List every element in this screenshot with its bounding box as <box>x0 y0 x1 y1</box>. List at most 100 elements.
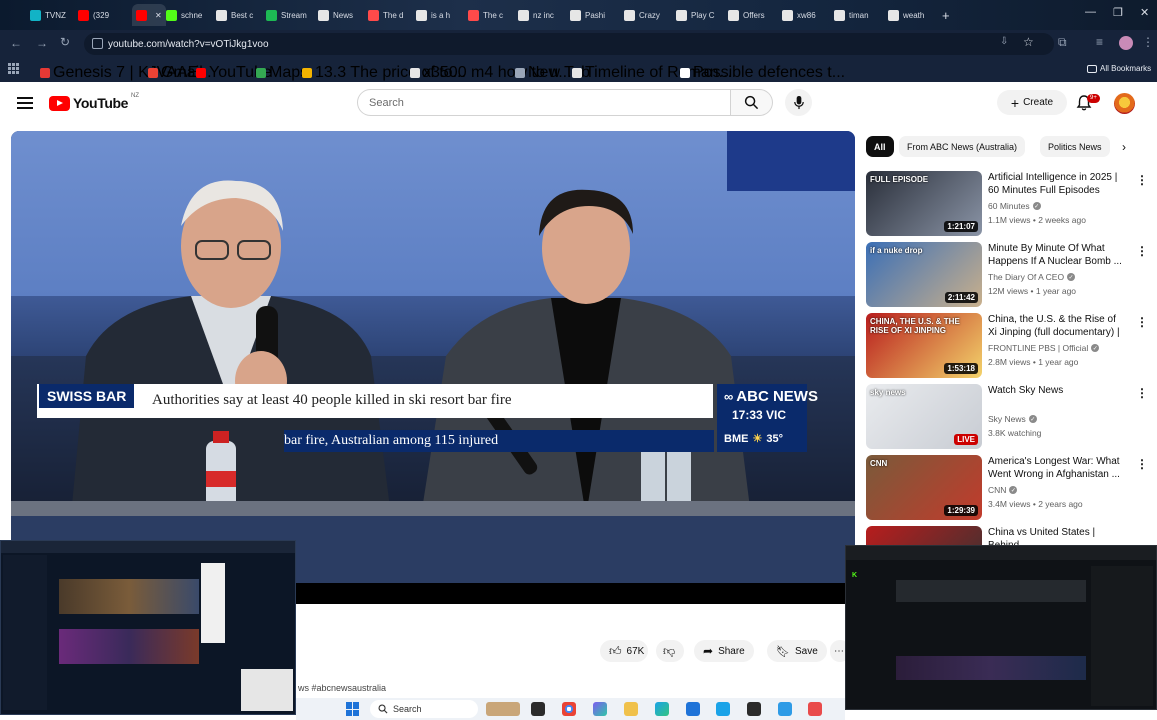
browser-tab[interactable]: Crazy <box>624 4 660 26</box>
like-button[interactable]: 👍︎ 67K <box>600 640 648 662</box>
star-bookmark-icon[interactable]: ☆ <box>1023 35 1034 49</box>
video-player[interactable] <box>11 131 855 604</box>
save-button[interactable]: 🔖︎ Save <box>767 640 827 662</box>
extensions-icon[interactable]: ⧉ <box>1058 35 1067 50</box>
close-icon[interactable]: ✕ <box>1140 6 1149 19</box>
store-icon[interactable] <box>686 702 700 716</box>
browser-tab[interactable]: (329 <box>78 4 109 26</box>
chip-all[interactable]: All <box>866 136 894 157</box>
browser-tab[interactable]: The c <box>468 4 503 26</box>
video-thumbnail[interactable]: sky news LIVE <box>866 384 982 449</box>
account-avatar[interactable] <box>1114 93 1135 114</box>
browser-tab[interactable]: The d <box>368 4 403 26</box>
maximize-icon[interactable]: ❐ <box>1113 6 1123 19</box>
copilot-icon[interactable] <box>593 702 607 716</box>
video-thumbnail[interactable]: CHINA, THE U.S. & THE RISE OF XI JINPING… <box>866 313 982 378</box>
youtube-logo[interactable]: YouTube NZ <box>49 93 139 111</box>
verified-check-icon: ✓ <box>1067 273 1076 281</box>
browser-tab[interactable]: Play C <box>676 4 715 26</box>
hamburger-menu-icon[interactable] <box>17 97 33 109</box>
all-bookmarks[interactable]: All Bookmarks <box>1087 64 1151 73</box>
bookmark-item[interactable]: Gmail <box>148 64 203 82</box>
video-hashtags[interactable]: ws #abcnewsaustralia <box>298 683 386 693</box>
video-options-icon[interactable]: ⋮ <box>1136 386 1148 400</box>
dislike-button[interactable]: 👎︎ <box>656 640 684 662</box>
reload-icon[interactable]: ↻ <box>60 35 70 49</box>
chrome-icon[interactable] <box>562 702 576 716</box>
microphone-icon <box>793 95 804 110</box>
bookmark-item[interactable]: Maps <box>256 64 308 82</box>
video-thumbnail[interactable]: if a nuke drop 2:11:42 <box>866 242 982 307</box>
channel-name[interactable]: FRONTLINE PBS | Official ✓ <box>988 343 1100 353</box>
browser-tab[interactable]: timan <box>834 4 869 26</box>
browser-tab[interactable]: Offers <box>728 4 765 26</box>
browser-tab[interactable]: nz inc <box>518 4 554 26</box>
recommended-video[interactable]: FULL EPISODE 1:21:07 Artificial Intelligen… <box>866 171 1148 237</box>
reading-list-icon[interactable]: ≡ <box>1096 35 1103 49</box>
voice-search-button[interactable] <box>785 89 812 116</box>
tab-title: Best c <box>231 10 254 20</box>
overlay-casino-window[interactable] <box>0 540 296 715</box>
windows-start-icon[interactable] <box>346 702 360 716</box>
browser-tab[interactable]: Best c <box>216 4 253 26</box>
video-title[interactable]: Watch Sky News <box>988 384 1123 397</box>
file-explorer-icon[interactable] <box>624 702 638 716</box>
video-options-icon[interactable]: ⋮ <box>1136 457 1148 471</box>
video-options-icon[interactable]: ⋮ <box>1136 173 1148 187</box>
more-menu-icon[interactable]: ⋮ <box>1142 35 1154 49</box>
browser-tab[interactable]: TVNZ <box>30 4 66 26</box>
channel-name[interactable]: 60 Minutes ✓ <box>988 201 1041 211</box>
video-options-icon[interactable]: ⋮ <box>1136 315 1148 329</box>
chip-from-channel[interactable]: From ABC News (Australia) <box>899 136 1026 157</box>
video-title[interactable]: Artificial Intelligence in 2025 | 60 Min… <box>988 171 1123 197</box>
video-title[interactable]: China, the U.S. & the Rise of Xi Jinping… <box>988 313 1123 339</box>
channel-name[interactable]: CNN ✓ <box>988 485 1018 495</box>
task-view-icon[interactable] <box>531 702 545 716</box>
apps-grid-icon[interactable] <box>8 63 19 74</box>
video-options-icon[interactable]: ⋮ <box>1136 244 1148 258</box>
bookmark-item[interactable]: Possible defences t... <box>680 64 845 82</box>
browser-tab[interactable]: xw86 <box>782 4 816 26</box>
back-arrow-icon[interactable]: ← <box>10 36 22 50</box>
profile-avatar[interactable] <box>1119 36 1133 50</box>
chip-politics[interactable]: Politics News <box>1040 136 1110 157</box>
browser-tab[interactable]: News <box>318 4 353 26</box>
install-app-icon[interactable]: ⇩ <box>1000 36 1008 47</box>
mail-icon[interactable] <box>716 702 730 716</box>
app-icon[interactable] <box>808 702 822 716</box>
new-tab-button[interactable]: + <box>942 4 950 26</box>
minimize-icon[interactable]: — <box>1085 6 1096 18</box>
recommended-video[interactable]: CHINA, THE U.S. & THE RISE OF XI JINPING… <box>866 313 1148 379</box>
site-info-icon[interactable] <box>92 38 103 49</box>
recommended-video[interactable]: CNN 1:29:39 America's Longest War: What We… <box>866 455 1148 521</box>
video-thumbnail[interactable]: FULL EPISODE 1:21:07 <box>866 171 982 236</box>
video-thumbnail[interactable]: CNN 1:29:39 <box>866 455 982 520</box>
browser-tab[interactable]: schne <box>166 4 202 26</box>
terminal-icon[interactable] <box>747 702 761 716</box>
url-bar[interactable]: youtube.com/watch?v=vOTiJkg1voo <box>84 33 1054 55</box>
forward-arrow-icon[interactable]: → <box>36 36 48 50</box>
browser-tab[interactable]: weath <box>888 4 924 26</box>
video-title[interactable]: Minute By Minute Of What Happens If A Nu… <box>988 242 1123 268</box>
create-button[interactable]: + Create <box>997 90 1067 115</box>
video-title[interactable]: America's Longest War: What Went Wrong i… <box>988 455 1123 481</box>
recommended-video[interactable]: sky news LIVE Watch Sky News Sky News ✓ 3.8K … <box>866 384 1148 450</box>
close-tab-icon[interactable]: ✕ <box>155 11 162 20</box>
chevron-right-icon[interactable]: › <box>1122 140 1126 154</box>
tab-title: (329 <box>93 10 110 20</box>
browser-tab[interactable]: is a h <box>416 4 450 26</box>
edge-icon[interactable] <box>655 702 669 716</box>
telegram-icon[interactable] <box>778 702 792 716</box>
channel-name[interactable]: Sky News ✓ <box>988 414 1037 424</box>
browser-tab[interactable]: ✕ <box>132 4 166 26</box>
search-button[interactable] <box>731 89 773 116</box>
overlay-kick-window[interactable]: K <box>845 545 1157 710</box>
browser-tab[interactable]: Stream <box>266 4 307 26</box>
taskbar-search[interactable]: Search <box>370 700 478 718</box>
browser-tab[interactable]: Pashi <box>570 4 605 26</box>
share-button[interactable]: ➦ Share <box>694 640 754 662</box>
search-input[interactable]: Search <box>357 89 731 116</box>
channel-name[interactable]: The Diary Of A CEO ✓ <box>988 272 1076 282</box>
recommended-video[interactable]: if a nuke drop 2:11:42 Minute By Minute Of… <box>866 242 1148 308</box>
widgets-icon[interactable] <box>486 702 520 716</box>
